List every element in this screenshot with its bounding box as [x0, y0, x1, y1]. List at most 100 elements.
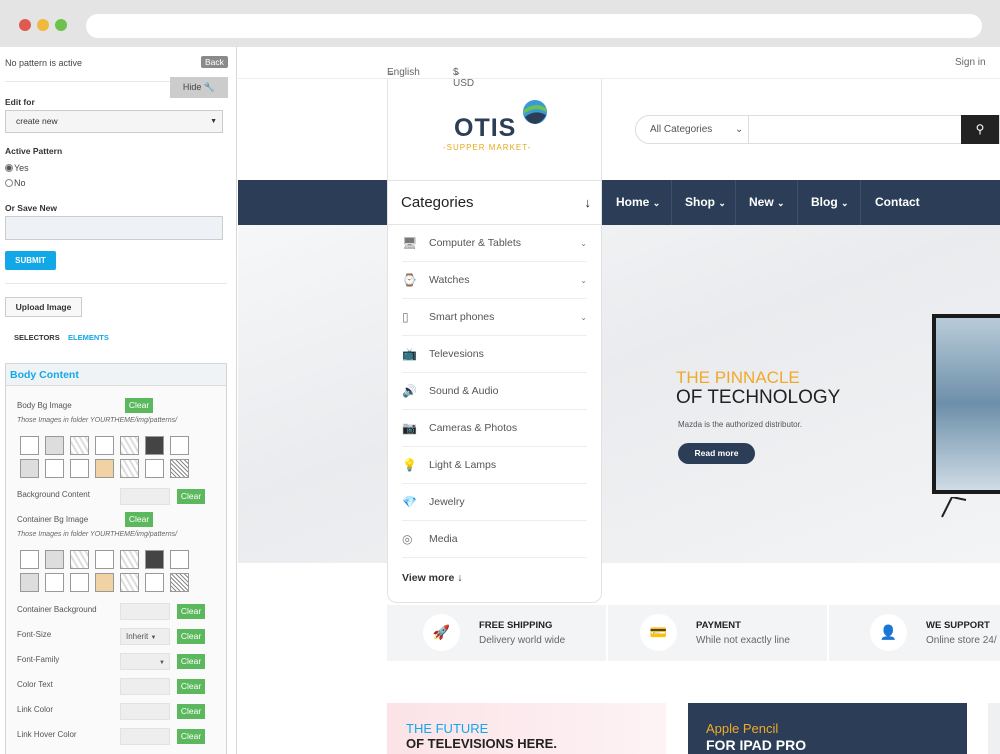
read-more-button[interactable]: Read more — [678, 443, 755, 464]
pattern-swatch[interactable] — [145, 573, 164, 592]
pattern-swatch[interactable] — [170, 573, 189, 592]
browser-chrome — [0, 0, 1000, 47]
pattern-swatch[interactable] — [70, 550, 89, 569]
font-size-select[interactable]: Inherit ▼ — [120, 628, 170, 645]
pattern-swatch[interactable] — [145, 436, 164, 455]
pattern-swatch[interactable] — [45, 436, 64, 455]
nav-blog[interactable]: Blog ⌄ — [798, 180, 861, 225]
category-item[interactable]: 💡 Light & Lamps — [402, 447, 587, 484]
pattern-swatch[interactable] — [45, 550, 64, 569]
save-name-input[interactable] — [5, 216, 223, 240]
pattern-swatch[interactable] — [170, 436, 189, 455]
category-item[interactable]: ▯ Smart phones ⌄ — [402, 299, 587, 336]
edit-for-label: Edit for — [5, 97, 35, 107]
arrow-down-icon: ↓ — [457, 572, 463, 584]
pattern-swatch[interactable] — [95, 573, 114, 592]
pattern-swatch[interactable] — [20, 436, 39, 455]
clear-button[interactable]: Clear — [177, 604, 205, 619]
clear-button[interactable]: Clear — [177, 679, 205, 694]
pattern-swatch[interactable] — [70, 573, 89, 592]
search-button[interactable]: ⚲ — [961, 115, 999, 144]
logo-text: OTIS — [454, 114, 517, 142]
pattern-swatch[interactable] — [95, 550, 114, 569]
pattern-swatch[interactable] — [45, 459, 64, 478]
pattern-swatch[interactable] — [70, 436, 89, 455]
background-content-field[interactable] — [120, 488, 170, 505]
address-bar[interactable] — [86, 14, 982, 38]
link-color-field[interactable] — [120, 703, 170, 720]
hide-button[interactable]: Hide 🔧 — [170, 77, 228, 98]
pattern-swatch[interactable] — [95, 459, 114, 478]
pattern-swatch[interactable] — [170, 459, 189, 478]
pattern-swatch[interactable] — [95, 436, 114, 455]
promo-line1: Apple Pencil — [706, 721, 779, 736]
wrench-icon: 🔧 — [203, 82, 216, 92]
pattern-swatch[interactable] — [145, 550, 164, 569]
promo-banner-tv[interactable]: THE FUTURE OF TELEVISIONS HERE. — [387, 703, 666, 754]
nav-contact[interactable]: Contact — [861, 180, 941, 225]
hero-line2: OF TECHNOLOGY — [676, 387, 841, 408]
chevron-down-icon: ⌄ — [580, 276, 587, 285]
categories-header[interactable]: Categories ↓ — [388, 181, 601, 225]
logo[interactable]: OTIS -SUPPER MARKET- — [387, 79, 602, 180]
close-window-dot[interactable] — [19, 19, 31, 31]
clear-button[interactable]: Clear — [177, 629, 205, 644]
clear-button[interactable]: Clear — [177, 704, 205, 719]
category-item[interactable]: 🖥 Computer & Tablets ⌄ — [402, 225, 587, 262]
view-more-link[interactable]: View more ↓ — [402, 572, 463, 584]
edit-for-select[interactable]: create new ▼ — [5, 110, 223, 133]
category-item[interactable]: 📺 Televesions — [402, 336, 587, 373]
pattern-swatch[interactable] — [20, 550, 39, 569]
radio-yes[interactable]: Yes — [5, 163, 29, 173]
clear-button[interactable]: Clear — [125, 512, 153, 527]
clear-button[interactable]: Clear — [177, 489, 205, 504]
color-text-field[interactable] — [120, 678, 170, 695]
pattern-swatch[interactable] — [120, 436, 139, 455]
chevron-down-icon: ⌄ — [841, 198, 849, 208]
maximize-window-dot[interactable] — [55, 19, 67, 31]
category-item[interactable]: 🔊 Sound & Audio — [402, 373, 587, 410]
upload-image-button[interactable]: Upload Image — [5, 297, 82, 317]
pattern-swatch[interactable] — [20, 573, 39, 592]
pattern-swatch[interactable] — [145, 459, 164, 478]
category-item[interactable]: 📷 Cameras & Photos — [402, 410, 587, 447]
pattern-swatch[interactable] — [20, 459, 39, 478]
hero-subtitle: Mazda is the authorized distributor. — [678, 420, 803, 429]
promo-line2: OF TELEVISIONS HERE. — [406, 736, 557, 751]
back-button[interactable]: Back — [201, 56, 228, 68]
nav-shop[interactable]: Shop ⌄ — [672, 180, 736, 225]
minimize-window-dot[interactable] — [37, 19, 49, 31]
category-item[interactable]: ◎ Media — [402, 521, 587, 558]
promo-banner-pencil[interactable]: Apple Pencil FOR IPAD PRO — [688, 703, 967, 754]
caret-down-icon: ▼ — [159, 660, 165, 666]
pattern-swatch[interactable] — [120, 573, 139, 592]
pattern-swatch[interactable] — [120, 459, 139, 478]
chevron-down-icon: ⌄ — [777, 198, 785, 208]
pattern-swatch[interactable] — [170, 550, 189, 569]
tab-selectors[interactable]: SELECTORS — [14, 333, 60, 342]
promo-banner-partial[interactable] — [988, 703, 1000, 754]
category-item[interactable]: ⌚ Watches ⌄ — [402, 262, 587, 299]
chevron-down-icon: ⌄ — [580, 313, 587, 322]
radio-no[interactable]: No — [5, 178, 26, 188]
nav-new[interactable]: New ⌄ — [736, 180, 798, 225]
pattern-swatch[interactable] — [120, 550, 139, 569]
category-select[interactable]: All Categories ⌄ — [650, 124, 743, 135]
nav-home[interactable]: Home ⌄ — [602, 180, 672, 225]
link-hover-color-field[interactable] — [120, 728, 170, 745]
clear-button[interactable]: Clear — [125, 398, 153, 413]
font-family-select[interactable]: ▼ — [120, 653, 170, 670]
pattern-swatch[interactable] — [70, 459, 89, 478]
pattern-swatch[interactable] — [45, 573, 64, 592]
signin-link[interactable]: Sign in — [955, 57, 986, 68]
category-item[interactable]: 💎 Jewelry — [402, 484, 587, 521]
submit-button[interactable]: SUBMIT — [5, 251, 56, 270]
body-bg-image-label: Body Bg Image — [17, 401, 72, 410]
clear-button[interactable]: Clear — [177, 654, 205, 669]
search-input[interactable] — [750, 116, 961, 143]
clear-button[interactable]: Clear — [177, 729, 205, 744]
container-background-field[interactable] — [120, 603, 170, 620]
search-icon: ⚲ — [975, 122, 985, 136]
tab-elements[interactable]: ELEMENTS — [68, 333, 109, 342]
promo-line2: FOR IPAD PRO — [706, 737, 807, 753]
